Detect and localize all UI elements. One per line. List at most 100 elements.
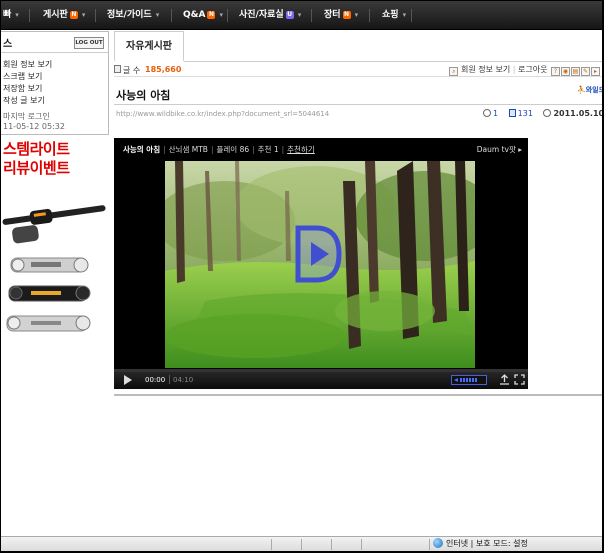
nav-divider [311,9,312,22]
left-sidebar: 스 LOG OUT 회원 정보 보기 스크랩 보기 저장함 보기 작성 글 보기… [1,31,111,343]
stem-logo [31,262,61,267]
login-box: 스 LOG OUT 회원 정보 보기 스크랩 보기 저장함 보기 작성 글 보기… [1,31,109,135]
nav-divider [171,9,172,22]
video-channel[interactable]: 산뇌샘 MTB [169,145,208,154]
nav-item-market[interactable]: 장터 N ▾ [324,1,358,30]
comment-icon [483,109,491,117]
new-badge: N [342,11,351,19]
nav-divider [29,9,30,22]
browser-frame: 빠 ▾ 게시판 N ▾ 정보/가이드 ▾ Q&A N ▾ 사진/자료실 U ▾ 장터 N ▾ 쇼핑 ▾… [1,1,602,551]
last-login-label: 마지막 로그인 [3,112,50,121]
tab-free-board[interactable]: 자유게시판 [114,31,184,62]
my-posts-link[interactable]: 작성 글 보기 [3,95,45,106]
play-icon[interactable] [123,375,133,385]
post-meta: 1 131 2011.05.10 13:3 [483,109,602,118]
saved-link[interactable]: 저장함 보기 [3,83,42,94]
scrap-link[interactable]: 스크랩 보기 [3,71,42,82]
chevron-down-icon: ▾ [402,11,407,19]
time-divider [169,375,170,384]
clock-icon [543,109,552,117]
status-divider [361,539,362,550]
divider [114,104,602,105]
document-icon [114,65,121,73]
video-title[interactable]: 사능의 아침 [123,145,160,154]
volume-slider[interactable] [451,375,487,385]
current-time: 00:00 [145,376,166,384]
share-icon[interactable] [499,374,510,385]
volume-level [460,378,477,382]
help-icon[interactable]: ? [551,67,560,76]
search-icon[interactable]: ⌕ [449,67,459,76]
nav-item-info-guide[interactable]: 정보/가이드 ▾ [107,1,159,30]
nav-item-shopping[interactable]: 쇼핑 ▾ [382,1,406,30]
divider [1,52,108,53]
chevron-down-icon: ▾ [15,11,19,19]
chevron-down-icon: ▾ [354,11,359,19]
login-username: 스 [3,39,13,50]
video-frame[interactable] [165,161,475,368]
post-permalink[interactable]: http://www.wildbike.co.kr/index.php?docu… [116,110,329,118]
progress-bar[interactable] [114,370,528,372]
separator: | [163,145,166,154]
logout-button[interactable]: LOG OUT [74,37,104,49]
stem-products-image [1,182,109,342]
status-divider [271,539,272,550]
separator: | [281,145,285,154]
post-date: 2011.05.10 13:3 [553,109,602,118]
site-logo-small[interactable]: ⛹와일드 [577,85,602,95]
daum-tvpot-link[interactable]: Daum tv팟 ▸ [477,144,522,155]
security-zone[interactable]: 인터넷 | 보호 모드: 설정 [433,538,528,549]
new-badge: N [69,11,78,19]
status-divider [429,539,430,550]
player-header: 사능의 아침 | 산뇌샘 MTB | 플레이 86 | 추천 1 | 추천하기 [123,144,315,155]
views-icon [508,109,516,117]
status-divider [301,539,302,550]
nav-divider [369,9,370,22]
post-count-value: 185,660 [145,65,182,74]
promo-image[interactable] [1,182,109,342]
play-overlay-icon[interactable] [294,224,343,284]
chevron-down-icon: ▾ [219,11,223,19]
nav-item-board[interactable]: 게시판 N ▾ [43,1,85,30]
video-player[interactable]: 사능의 아침 | 산뇌샘 MTB | 플레이 86 | 추천 1 | 추천하기 Daum tv팟… [114,138,528,389]
nav-item-qna[interactable]: Q&A N ▾ [183,1,223,30]
nav-divider [95,9,96,22]
tag-icon[interactable]: ▤ [571,67,580,76]
board-info-row: 글 수 185,660 ⌕ 회원 정보 보기 | 로그아웃 ? ◉ ▤ ✎ ▸ [114,63,602,77]
recommend-link[interactable]: 추천하기 [287,145,315,154]
chevron-down-icon: ▾ [297,11,302,19]
write-icon[interactable]: ✎ [581,67,590,76]
fullscreen-icon[interactable] [514,374,525,385]
nav-item-photo-library[interactable]: 사진/자료실 U ▾ [239,1,301,30]
post-title: 사능의 아침 [116,89,171,102]
total-time: 04:10 [173,376,194,384]
tab-underline [114,61,602,62]
video-plays: 플레이 86 [216,145,250,154]
top-nav: 빠 ▾ 게시판 N ▾ 정보/가이드 ▾ Q&A N ▾ 사진/자료실 U ▾ 장터 N ▾ 쇼핑 ▾ [1,1,602,30]
globe-icon [433,538,443,548]
speaker-icon [454,378,458,382]
nav-item-first[interactable]: 빠 ▾ [3,1,19,30]
player-controls: 00:00 04:10 [114,369,528,389]
chevron-down-icon: ▾ [155,11,160,19]
post-count-label: 글 수 [123,66,141,75]
rss-icon[interactable]: ◉ [561,67,570,76]
logout-link[interactable]: 로그아웃 [518,65,547,74]
member-info-link[interactable]: 회원 정보 보기 [461,65,510,74]
view-count: 131 [517,109,533,118]
separator: | [252,145,255,154]
updated-badge: U [285,11,294,19]
video-recommends: 추천 1 [257,145,279,154]
chevron-down-icon: ▾ [81,11,86,19]
promo-title-line2[interactable]: 리뷰이벤트 [3,157,70,178]
content-divider [114,394,602,396]
member-info-link[interactable]: 회원 정보 보기 [3,59,52,70]
comment-count[interactable]: 1 [493,109,498,118]
admin-icon[interactable]: ▸ [591,67,600,76]
browser-status-bar: 인터넷 | 보호 모드: 설정 [1,536,602,551]
separator: | [210,145,214,154]
status-divider [331,539,332,550]
nav-divider [411,9,412,22]
logo-icon: ⛹ [577,86,586,94]
promo-title-line1[interactable]: 스템라이트 [3,138,70,159]
